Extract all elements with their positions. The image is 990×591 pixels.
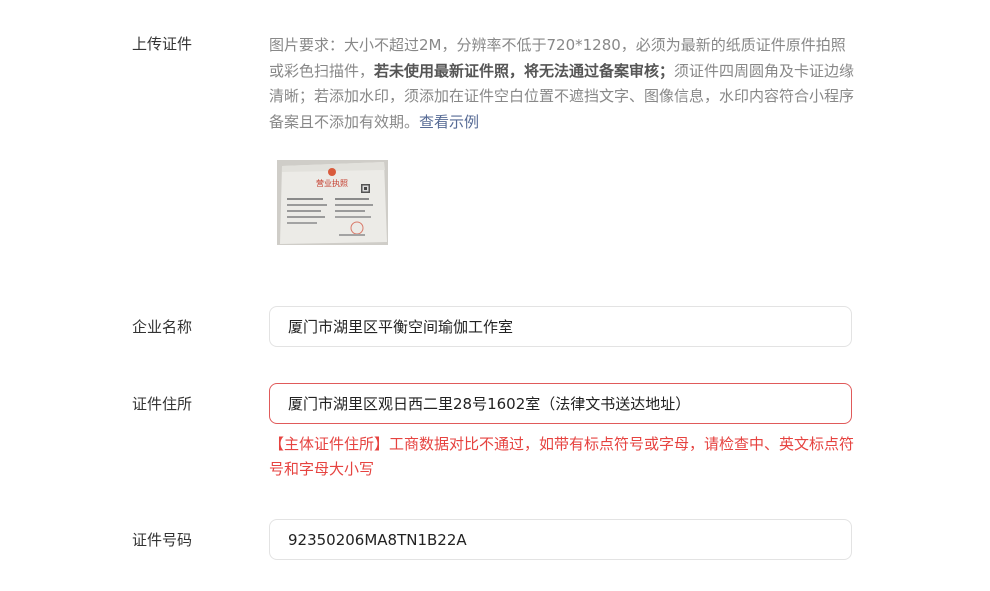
license-thumb-title: 营业执照 (316, 178, 348, 188)
cert-number-input[interactable] (269, 519, 852, 560)
address-input[interactable] (269, 383, 852, 424)
view-example-link[interactable]: 查看示例 (419, 113, 479, 131)
requirements-warning: 若未使用最新证件照，将无法通过备案审核； (374, 61, 675, 80)
cert-number-label: 证件号码 (132, 531, 193, 549)
address-label: 证件住所 (132, 395, 193, 413)
address-error-message: 【主体证件住所】工商数据对比不通过，如带有标点符号或字母，请检查中、英文标点符号… (269, 435, 855, 478)
upload-requirements: 图片要求：大小不超过2M，分辨率不低于720*1280，必须为最新的纸质证件原件… (269, 33, 859, 135)
license-image: 营业执照 (277, 160, 388, 245)
upload-label: 上传证件 (132, 35, 193, 53)
company-name-label: 企业名称 (132, 318, 193, 336)
uploaded-license-thumbnail[interactable]: 营业执照 (277, 160, 388, 245)
company-name-input[interactable] (269, 306, 852, 347)
